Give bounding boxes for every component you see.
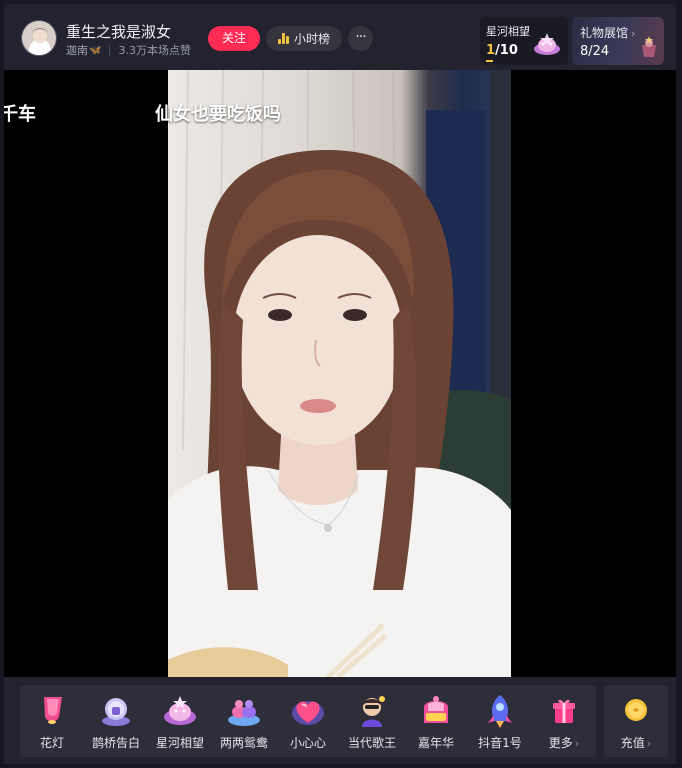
hour-rank-button[interactable]: 小时榜 (266, 26, 342, 51)
video-caption: 仙女也要吃饭吗 (155, 104, 281, 125)
gift-item-magpie-bridge[interactable]: 鹊桥告白 (84, 685, 148, 757)
anchor-avatar[interactable] (21, 20, 57, 56)
chevron-right-icon: › (574, 737, 580, 750)
room-title: 重生之我是淑女 (66, 23, 172, 41)
gift-label: 小心心 (289, 736, 326, 750)
like-count: 3.3万本场点赞 (118, 44, 191, 57)
galaxy-total: /10 (495, 43, 518, 58)
gift-box-icon (553, 699, 575, 723)
galaxy-underline (486, 60, 493, 62)
gift-item-singer[interactable]: 当代歌王 (340, 685, 404, 757)
gift-gallery-card[interactable]: 礼物展馆 › 8/24 (572, 17, 664, 65)
follow-button[interactable]: 关注 (208, 26, 260, 51)
gift-item-more[interactable]: 更多 › (532, 685, 596, 757)
live-video[interactable]: 千车 仙女也要吃饭吗 (4, 70, 676, 677)
gift-label: 当代歌王 (347, 736, 396, 750)
galaxy-icon (164, 696, 196, 725)
gift-item-heart[interactable]: 小心心 (276, 685, 340, 757)
rocket-icon (488, 695, 512, 728)
galaxy-gift-icon (534, 33, 560, 55)
chevron-right-icon: › (646, 737, 652, 750)
magpie-bridge-icon (102, 698, 130, 726)
divider (109, 44, 111, 56)
gift-item-mandarin-ducks[interactable]: 两两鸳鸯 (212, 685, 276, 757)
galaxy-current: 1 (486, 43, 496, 58)
butterfly-icon: 🦋 (89, 44, 102, 56)
gallery-label: 礼物展馆 › (580, 26, 636, 40)
anchor-meta: 迦南 🦋 3.3万本场点赞 (66, 42, 191, 58)
singer-icon (362, 696, 385, 727)
gift-label: 抖音1号 (478, 736, 522, 750)
galaxy-task-card[interactable]: 星河相望 1/10 (480, 17, 568, 65)
recharge-label: 充值 › (620, 736, 652, 750)
gift-item-lantern[interactable]: 花灯 (20, 685, 84, 757)
video-frame (168, 70, 511, 677)
heart-icon (292, 701, 324, 725)
gift-item-rocket[interactable]: 抖音1号 (468, 685, 532, 757)
recharge-button[interactable]: 充值 › (604, 685, 668, 757)
gift-item-carnival[interactable]: 嘉年华 (404, 685, 468, 757)
gift-label: 星河相望 (155, 736, 204, 750)
lantern-icon (44, 697, 62, 724)
galaxy-label: 星河相望 (486, 25, 530, 38)
chevron-right-icon: › (631, 27, 636, 40)
rank-bars-icon (277, 33, 289, 44)
gift-bar: 花灯 鹊桥告白 星河相望 两两鸳鸯 小心心 当代歌王 嘉年华 抖音1号 更多 ›… (4, 677, 676, 764)
gallery-trophy-icon (642, 36, 656, 57)
coin-icon (625, 699, 647, 721)
gift-list: 花灯 鹊桥告白 星河相望 两两鸳鸯 小心心 当代歌王 嘉年华 抖音1号 更多 › (20, 685, 596, 757)
anchor-name[interactable]: 迦南 (66, 42, 88, 58)
streamer-image (168, 70, 511, 677)
gift-label: 花灯 (39, 736, 64, 750)
scrolling-caption: 千车 (4, 104, 36, 125)
gift-label: 两两鸳鸯 (219, 736, 268, 750)
galaxy-progress: 1/10 (486, 43, 518, 58)
carnival-icon (424, 696, 448, 723)
more-options-button[interactable]: ··· (348, 26, 373, 51)
gift-item-galaxy[interactable]: 星河相望 (148, 685, 212, 757)
live-header: 重生之我是淑女 迦南 🦋 3.3万本场点赞 关注 小时榜 ··· 星河相望 1/… (4, 4, 676, 70)
gift-label: 鹊桥告白 (91, 736, 140, 750)
gallery-progress: 8/24 (580, 44, 610, 59)
gift-more-label: 更多 › (548, 736, 580, 750)
gift-label: 嘉年华 (417, 736, 454, 750)
mandarin-ducks-icon (228, 700, 260, 726)
hour-rank-label: 小时榜 (293, 32, 330, 46)
